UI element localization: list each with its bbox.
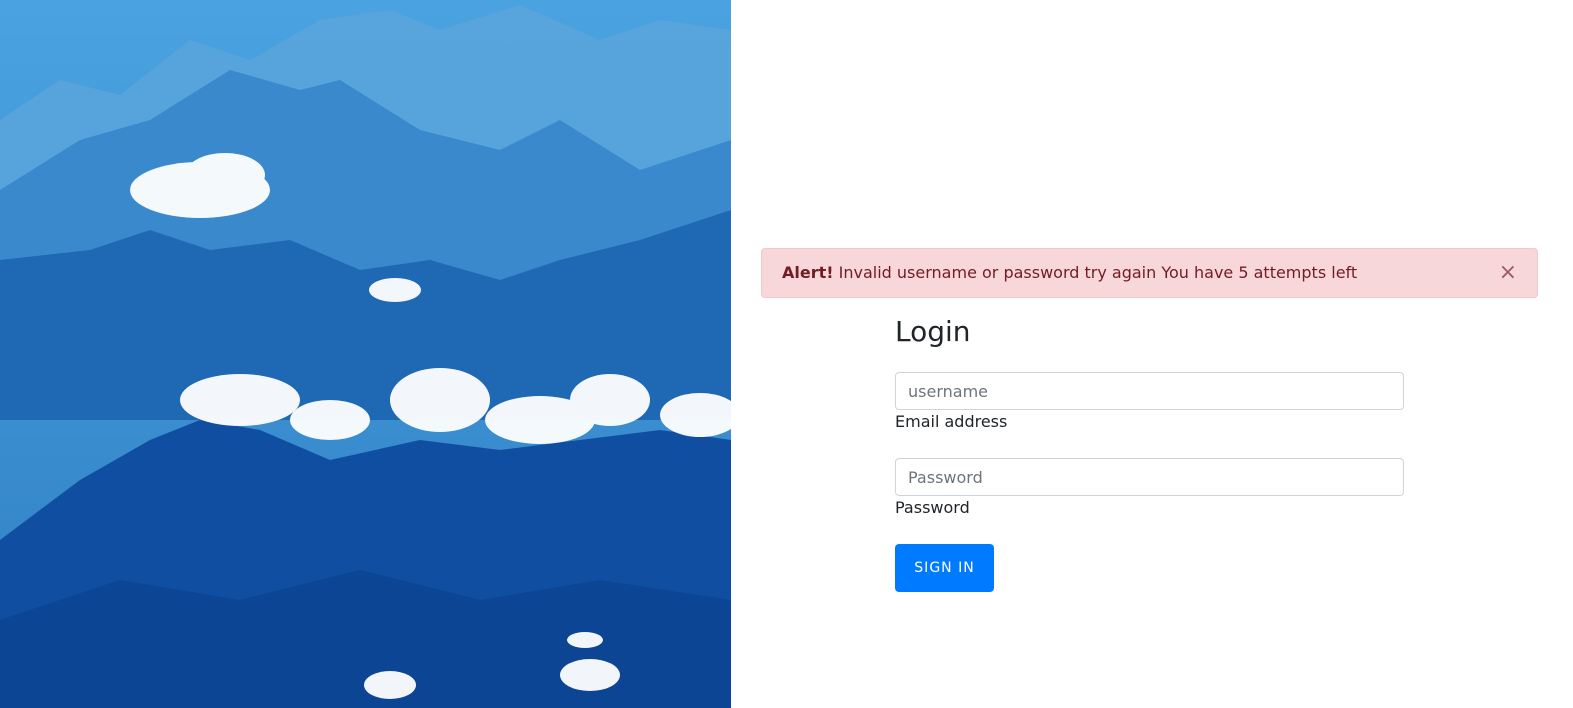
error-alert: Alert! Invalid username or password try … [761,248,1538,298]
email-address-label: Email address [895,412,1008,431]
password-input[interactable] [895,458,1404,496]
login-page: Alert! Invalid username or password try … [0,0,1573,708]
alert-message: Invalid username or password try again Y… [833,263,1358,282]
close-icon[interactable]: × [1499,249,1517,297]
password-label: Password [895,498,970,517]
login-form: Login Email address Password SIGN IN [895,310,1404,592]
mountain-landscape-icon [0,0,731,708]
sign-in-button[interactable]: SIGN IN [895,544,994,592]
mountain-hero-image [0,0,731,708]
username-input[interactable] [895,372,1404,410]
alert-strong-label: Alert! [782,263,834,282]
login-title: Login [895,315,971,348]
